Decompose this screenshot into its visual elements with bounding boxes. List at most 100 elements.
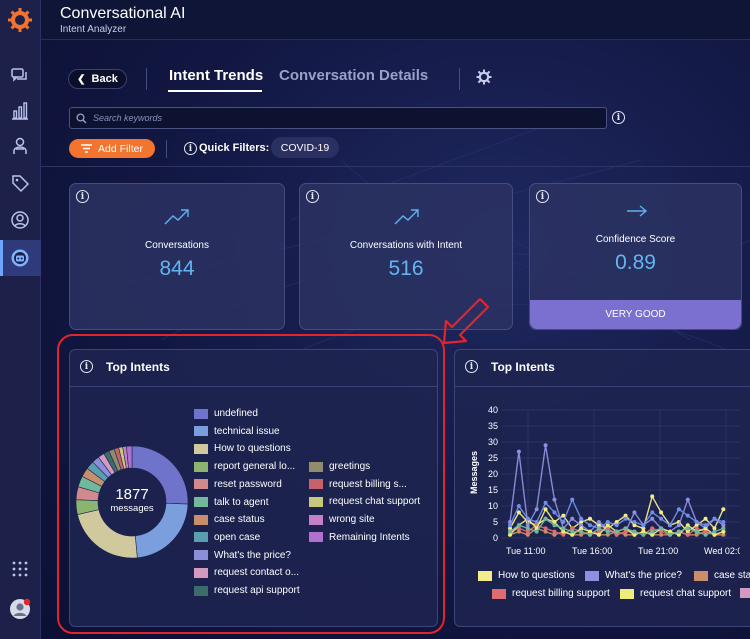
data-point[interactable] — [668, 523, 672, 528]
top-intents-line-chart[interactable]: 0 5 10 15 20 25 30 35 40 Tue 11:00 Tue 16:00 Tue 21… — [460, 398, 740, 558]
data-point[interactable] — [508, 523, 512, 528]
data-point[interactable] — [534, 520, 539, 524]
data-point[interactable] — [543, 500, 548, 505]
data-point[interactable] — [588, 516, 592, 521]
data-point[interactable] — [712, 529, 717, 534]
data-point[interactable] — [543, 507, 548, 512]
data-point[interactable] — [632, 510, 637, 515]
data-point[interactable] — [588, 523, 592, 528]
data-point[interactable] — [676, 507, 681, 512]
data-point[interactable] — [525, 516, 530, 521]
line-legend-item[interactable]: request billing support — [492, 588, 610, 599]
data-point[interactable] — [650, 529, 655, 534]
kpi-info-icon[interactable]: i — [76, 190, 89, 203]
tab-intent-trends[interactable]: Intent Trends — [169, 67, 263, 84]
panel-info-icon[interactable]: i — [465, 360, 478, 373]
line-legend-item[interactable]: How to questions — [478, 570, 575, 581]
data-point[interactable] — [614, 529, 619, 534]
data-point[interactable] — [543, 443, 548, 448]
data-point[interactable] — [659, 510, 664, 515]
search-input[interactable] — [93, 113, 573, 123]
data-point[interactable] — [676, 523, 681, 528]
data-point[interactable] — [685, 532, 690, 537]
sidebar-apps-grid[interactable] — [8, 557, 32, 581]
data-point[interactable] — [721, 507, 726, 512]
tab-conversation-details[interactable]: Conversation Details — [279, 67, 428, 84]
data-point[interactable] — [525, 526, 530, 531]
data-point[interactable] — [570, 497, 575, 502]
data-point[interactable] — [552, 523, 557, 528]
sidebar-profile[interactable] — [8, 597, 32, 621]
data-point[interactable] — [641, 523, 646, 528]
sidebar-item-conversations[interactable] — [8, 64, 32, 88]
data-point[interactable] — [650, 516, 655, 521]
data-point[interactable] — [579, 529, 584, 534]
data-point[interactable] — [703, 516, 708, 521]
sidebar-item-analytics[interactable] — [8, 99, 32, 123]
data-point[interactable] — [552, 529, 557, 534]
data-point[interactable] — [668, 532, 672, 537]
data-point[interactable] — [516, 510, 521, 515]
line-legend-item[interactable]: request chat support — [620, 588, 731, 599]
sidebar-item-users[interactable] — [8, 208, 32, 232]
line-legend-item[interactable] — [740, 588, 750, 598]
data-point[interactable] — [579, 516, 584, 521]
data-point[interactable] — [650, 510, 655, 515]
search-info-icon[interactable]: i — [612, 111, 625, 124]
data-point[interactable] — [703, 523, 708, 528]
data-point[interactable] — [650, 494, 655, 499]
sidebar-item-bot[interactable] — [8, 246, 32, 270]
data-point[interactable] — [561, 526, 566, 531]
data-point[interactable] — [552, 497, 557, 502]
data-point[interactable] — [685, 497, 690, 502]
data-point[interactable] — [516, 504, 521, 508]
data-point[interactable] — [588, 532, 592, 537]
data-point[interactable] — [534, 529, 539, 534]
data-point[interactable] — [543, 526, 548, 531]
data-point[interactable] — [516, 449, 521, 454]
data-point[interactable] — [534, 507, 539, 512]
data-point[interactable] — [694, 520, 699, 524]
data-point[interactable] — [676, 529, 681, 534]
data-point[interactable] — [596, 532, 601, 537]
data-point[interactable] — [543, 516, 548, 521]
kpi-info-icon[interactable]: i — [306, 190, 319, 203]
data-point[interactable] — [596, 526, 601, 531]
data-point[interactable] — [632, 529, 637, 534]
data-point[interactable] — [570, 529, 575, 534]
line-legend-item[interactable]: case sta — [694, 570, 750, 581]
data-point[interactable] — [632, 520, 637, 524]
data-point[interactable] — [641, 532, 646, 537]
settings-gear-icon[interactable] — [476, 69, 492, 85]
data-point[interactable] — [721, 526, 726, 531]
data-point[interactable] — [561, 520, 566, 524]
data-point[interactable] — [570, 516, 575, 521]
data-point[interactable] — [516, 523, 521, 528]
back-button[interactable]: ❮ Back — [68, 69, 127, 89]
data-point[interactable] — [712, 516, 717, 521]
data-point[interactable] — [703, 532, 708, 537]
data-point[interactable] — [605, 520, 610, 524]
data-point[interactable] — [623, 516, 628, 521]
data-point[interactable] — [694, 529, 699, 534]
app-logo-icon[interactable] — [7, 7, 33, 33]
data-point[interactable] — [552, 510, 557, 515]
data-point[interactable] — [614, 523, 619, 528]
quick-filter-chip[interactable]: COVID-19 — [271, 137, 339, 158]
data-point[interactable] — [623, 526, 628, 531]
data-point[interactable] — [508, 529, 512, 534]
line-legend-item[interactable]: What's the price? — [585, 570, 682, 581]
quick-filters-info-icon[interactable]: i — [184, 142, 197, 155]
data-point[interactable] — [721, 520, 726, 524]
data-point[interactable] — [605, 529, 610, 534]
sidebar-item-agents[interactable] — [8, 134, 32, 158]
data-point[interactable] — [596, 520, 601, 524]
data-point[interactable] — [685, 513, 690, 518]
data-point[interactable] — [659, 516, 664, 521]
search-bar[interactable] — [69, 107, 607, 129]
data-point[interactable] — [659, 526, 664, 531]
sidebar-item-tags[interactable] — [8, 171, 32, 195]
kpi-info-icon[interactable]: i — [536, 190, 549, 203]
add-filter-button[interactable]: Add Filter — [69, 139, 155, 158]
data-point[interactable] — [685, 526, 690, 531]
